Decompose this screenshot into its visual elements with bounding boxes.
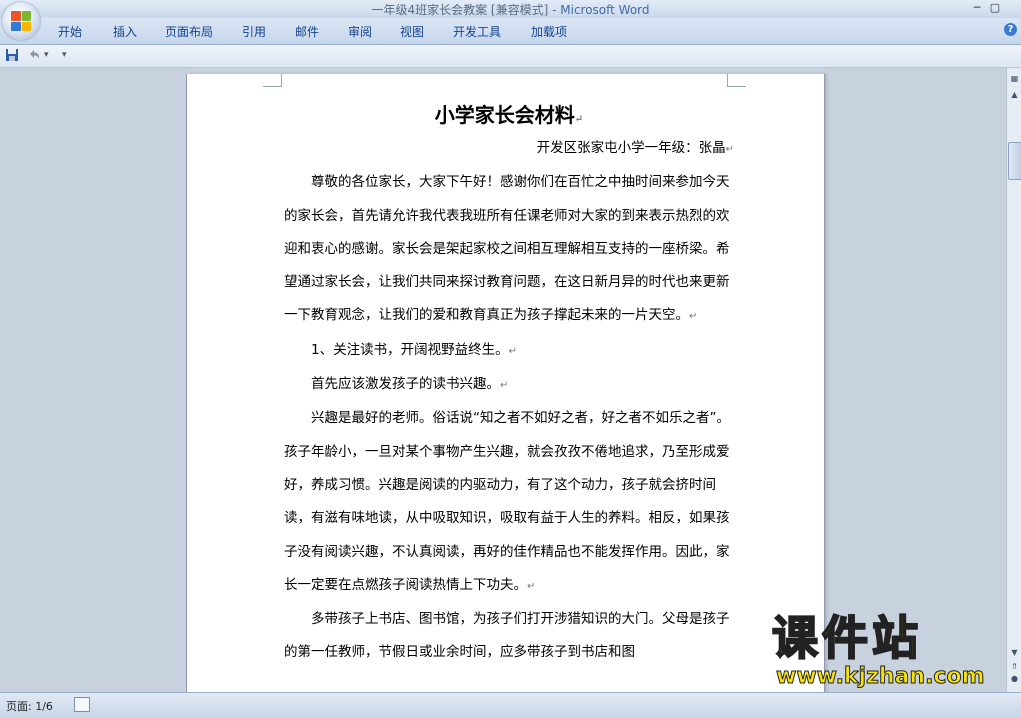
- undo-icon[interactable]: [27, 48, 41, 65]
- document-title: 小学家长会材料↵: [434, 103, 584, 127]
- document-page[interactable]: 小学家长会材料↵ 开发区张家屯小学一年级：张晶↵ 尊敬的各位家长，大家下午好！感…: [186, 74, 825, 692]
- window-title: 一年级4班家长会教案 [兼容模式] - Microsoft Word: [0, 1, 1021, 18]
- browse-object-icon[interactable]: ●: [1008, 672, 1021, 685]
- tab-mailings[interactable]: 邮件: [295, 23, 319, 40]
- author-line: 开发区张家屯小学一年级：张晶↵: [536, 140, 734, 156]
- watermark-main: 课件站: [771, 611, 922, 665]
- title-bar: 一年级4班家长会教案 [兼容模式] - Microsoft Word ─ ▢: [0, 0, 1021, 18]
- tab-developer[interactable]: 开发工具: [453, 23, 501, 40]
- margin-corner-mark: [263, 74, 282, 87]
- paragraph: 多带孩子上书店、图书馆，为孩子们打开涉猎知识的大门。父母是孩子的第一任教师，节假…: [284, 611, 730, 661]
- watermark-logo: 课件站 www.kjzhan.com: [771, 611, 1004, 692]
- quick-access-toolbar: ▾ ▾: [0, 45, 1021, 68]
- scroll-thumb[interactable]: [1008, 142, 1021, 180]
- tab-page-layout[interactable]: 页面布局: [165, 23, 213, 40]
- tab-review[interactable]: 审阅: [348, 23, 372, 40]
- tab-home[interactable]: 开始: [58, 23, 82, 40]
- office-button[interactable]: [2, 2, 40, 40]
- scroll-down-icon[interactable]: ▼: [1008, 646, 1021, 659]
- section-heading: 1、关注读书，开阔视野益终生。↵: [311, 341, 517, 358]
- document-name: 一年级4班家长会教案 [兼容模式] -: [371, 3, 561, 17]
- tab-view[interactable]: 视图: [400, 23, 424, 40]
- margin-corner-mark: [727, 74, 746, 87]
- proofing-icon[interactable]: [74, 697, 90, 712]
- undo-dropdown-icon[interactable]: ▾: [44, 50, 49, 60]
- save-icon[interactable]: [5, 48, 19, 65]
- paragraph: 首先应该激发孩子的读书兴趣。↵: [311, 376, 509, 393]
- page-count[interactable]: 页面: 1/6: [6, 698, 53, 714]
- ruler-toggle-icon[interactable]: ▦: [1008, 72, 1021, 85]
- vertical-scrollbar[interactable]: ▦ ▲ ▼ ⇑ ●: [1006, 68, 1021, 692]
- office-logo-icon: [11, 11, 31, 31]
- watermark-url: www.kjzhan.com: [776, 664, 986, 690]
- tab-insert[interactable]: 插入: [113, 23, 137, 40]
- help-icon[interactable]: ?: [1004, 23, 1017, 36]
- document-area: 小学家长会材料↵ 开发区张家屯小学一年级：张晶↵ 尊敬的各位家长，大家下午好！感…: [0, 68, 1006, 692]
- paragraph: 兴趣是最好的老师。俗话说“知之者不如好之者，好之者不如乐之者”。孩子年龄小，一旦…: [284, 410, 730, 593]
- customize-toolbar-icon[interactable]: ▾: [62, 50, 67, 60]
- ribbon-tabs: 开始 插入 页面布局 引用 邮件 审阅 视图 开发工具 加载项 ?: [0, 18, 1021, 45]
- app-name: Microsoft Word: [560, 3, 650, 17]
- paragraph: 尊敬的各位家长，大家下午好！感谢你们在百忙之中抽时间来参加今天的家长会，首先请允…: [284, 174, 730, 324]
- status-bar: 页面: 1/6: [0, 692, 1021, 718]
- document-content: 小学家长会材料↵ 开发区张家屯小学一年级：张晶↵ 尊敬的各位家长，大家下午好！感…: [284, 94, 734, 670]
- tab-add-ins[interactable]: 加载项: [531, 23, 567, 40]
- scroll-up-icon[interactable]: ▲: [1008, 88, 1021, 101]
- maximize-button[interactable]: ▢: [986, 1, 1004, 14]
- minimize-button[interactable]: ─: [968, 1, 986, 14]
- tab-references[interactable]: 引用: [242, 23, 266, 40]
